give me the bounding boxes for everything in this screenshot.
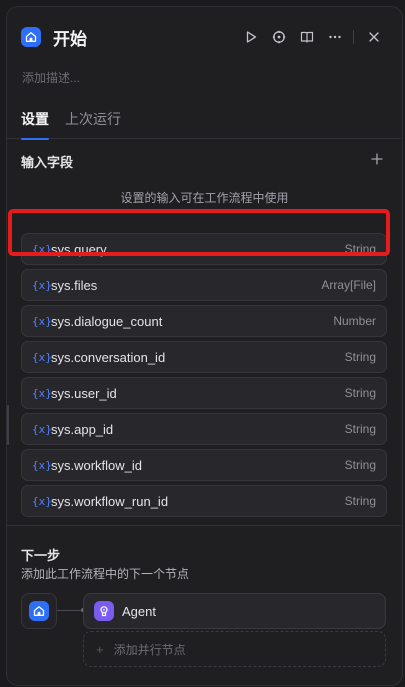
variable-row-sys-app-id[interactable]: {x} sys.app_id String — [21, 413, 387, 445]
plus-icon: + — [96, 641, 104, 657]
close-button[interactable] — [360, 25, 388, 49]
add-field-button[interactable] — [368, 150, 386, 168]
variable-icon: {x} — [32, 494, 52, 508]
variable-row-sys-query[interactable]: {x} sys.query String — [21, 233, 387, 265]
input-fields-title: 输入字段 — [21, 155, 74, 170]
variable-type: String — [344, 494, 376, 508]
docs-button[interactable] — [293, 25, 321, 49]
next-node-agent[interactable]: Agent — [83, 593, 386, 629]
variable-type: Array[File] — [321, 278, 376, 292]
variable-icon: {x} — [32, 314, 52, 328]
run-button[interactable] — [237, 25, 265, 49]
variable-icon: {x} — [32, 350, 52, 364]
description-input[interactable]: 添加描述... — [22, 69, 80, 86]
header-actions — [237, 25, 388, 49]
add-parallel-label: 添加并行节点 — [113, 642, 186, 657]
tab-settings[interactable]: 设置 — [21, 107, 49, 140]
variable-type: Number — [333, 314, 376, 328]
section-divider — [7, 525, 402, 526]
variable-icon: {x} — [32, 458, 52, 472]
header-divider — [353, 30, 354, 44]
plus-icon — [371, 153, 383, 165]
variable-row-sys-workflow-id[interactable]: {x} sys.workflow_id String — [21, 449, 387, 481]
panel-header: 开始 — [21, 25, 388, 49]
variable-icon: {x} — [32, 422, 52, 436]
agent-icon — [94, 601, 114, 621]
variable-type: String — [344, 350, 376, 364]
start-node-panel: 开始 添加描述... 设置 上次运行 输入字段 设置的输入可在工作流程中使用 {… — [6, 6, 403, 686]
tab-bar: 设置 上次运行 — [7, 107, 402, 140]
locate-button[interactable] — [265, 25, 293, 49]
variable-type: String — [344, 386, 376, 400]
crosshair-icon — [272, 30, 286, 44]
resize-handle[interactable] — [7, 405, 9, 445]
variable-row-sys-conversation-id[interactable]: {x} sys.conversation_id String — [21, 341, 387, 373]
add-parallel-node-button[interactable]: + 添加并行节点 — [83, 631, 386, 667]
variable-name: sys.files — [51, 277, 98, 293]
play-icon — [246, 31, 257, 43]
variable-icon: {x} — [32, 242, 52, 256]
variable-name: sys.query — [51, 241, 107, 257]
more-button[interactable] — [321, 25, 349, 49]
variable-name: sys.user_id — [51, 385, 117, 401]
current-node-badge — [21, 593, 57, 629]
home-icon — [29, 601, 49, 621]
variable-type: String — [344, 242, 376, 256]
variable-type: String — [344, 458, 376, 472]
variable-name: sys.workflow_id — [51, 457, 143, 473]
home-icon — [21, 27, 41, 47]
variable-list: {x} sys.query String {x} sys.files Array… — [21, 233, 387, 521]
next-step-description: 添加此工作流程中的下一个节点 — [21, 567, 190, 581]
variable-name: sys.conversation_id — [51, 349, 166, 365]
variable-name: sys.dialogue_count — [51, 313, 163, 329]
input-fields-hint: 设置的输入可在工作流程中使用 — [120, 191, 289, 205]
variable-icon: {x} — [32, 278, 52, 292]
close-icon — [369, 32, 379, 42]
variable-type: String — [344, 422, 376, 436]
variable-name: sys.workflow_run_id — [51, 493, 169, 509]
variable-name: sys.app_id — [51, 421, 114, 437]
panel-title: 开始 — [53, 29, 87, 49]
variable-row-sys-user-id[interactable]: {x} sys.user_id String — [21, 377, 387, 409]
node-connector — [57, 608, 85, 612]
variable-row-sys-dialogue-count[interactable]: {x} sys.dialogue_count Number — [21, 305, 387, 337]
variable-row-sys-workflow-run-id[interactable]: {x} sys.workflow_run_id String — [21, 485, 387, 517]
variable-row-sys-files[interactable]: {x} sys.files Array[File] — [21, 269, 387, 301]
next-step-title: 下一步 — [21, 548, 61, 563]
tab-last-run[interactable]: 上次运行 — [65, 107, 121, 139]
more-icon — [329, 35, 341, 39]
book-icon — [300, 31, 314, 43]
agent-label: Agent — [122, 603, 156, 619]
variable-icon: {x} — [32, 386, 52, 400]
